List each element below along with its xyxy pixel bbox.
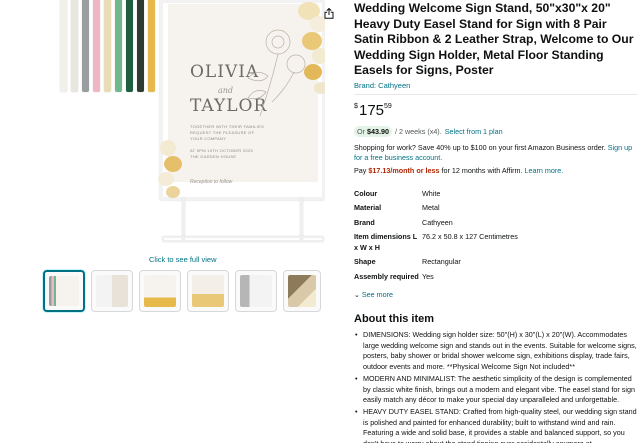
satin-ribbon [137, 0, 144, 92]
garland-flower-icon [304, 64, 322, 80]
select-plan-link[interactable]: Select from 1 plan [445, 127, 503, 136]
plan-amount: $43.90 [366, 126, 389, 136]
thumbnail-4[interactable] [187, 270, 229, 312]
spec-value: White [422, 188, 441, 198]
satin-ribbon [104, 0, 111, 92]
spec-row: Item dimensions L x W x H 76.2 x 50.8 x … [354, 232, 634, 257]
share-icon[interactable] [324, 8, 334, 19]
thumbnail-image [144, 275, 176, 307]
spec-value: 76.2 x 50.8 x 127 Centimetres [422, 232, 518, 242]
spec-value: Rectangular [422, 257, 461, 267]
garland-flower-icon [160, 140, 176, 156]
product-details: Wedding Welcome Sign Stand, 50"x30"x 20"… [354, 0, 637, 443]
stand-base [162, 236, 324, 242]
satin-ribbon [60, 0, 67, 92]
garland-flower-icon [158, 172, 174, 186]
thumbnail-6[interactable] [283, 270, 321, 312]
thumbnail-image [288, 275, 316, 307]
sign-signature: Reception to follow [190, 179, 233, 185]
business-offer: Shopping for work? Save 40% up to $100 o… [354, 143, 637, 164]
satin-ribbon [115, 0, 122, 92]
affirm-suffix: with Affirm. [487, 165, 523, 175]
spec-value: Metal [422, 203, 440, 213]
price-fraction: 59 [384, 102, 392, 110]
garland-flower-icon [166, 186, 180, 198]
thumbnail-1[interactable] [43, 270, 85, 312]
spec-row: Shape Rectangular [354, 257, 634, 272]
satin-ribbon [71, 0, 78, 92]
spec-label: Shape [354, 257, 376, 267]
spec-value: Cathyeen [422, 217, 453, 227]
thumbnail-image [49, 276, 79, 306]
satin-ribbon [148, 0, 155, 92]
list-item: MODERN AND MINIMALIST: The aesthetic sim… [354, 374, 637, 405]
affirm-learn-more-link[interactable]: Learn more. [524, 166, 563, 175]
spec-value: Yes [422, 271, 434, 281]
welcome-sign-board: OLIVIA and TAYLOR TOGETHER WITH THEIR FA… [168, 4, 318, 185]
thumbnail-strip [43, 270, 323, 314]
sign-venue: THE GARDEN HOUSE [190, 154, 237, 159]
garland-flower-icon [314, 82, 325, 94]
about-bullets: DIMENSIONS: Wedding sign holder size: 50… [354, 330, 637, 443]
spec-label: Colour [354, 188, 378, 198]
see-more-link[interactable]: ⌄ See more [354, 290, 637, 299]
see-more-label: See more [361, 290, 394, 300]
main-product-image[interactable]: OLIVIA and TAYLOR TOGETHER WITH THEIR FA… [55, 0, 325, 250]
chevron-down-icon: ⌄ [354, 292, 360, 300]
garland-flower-icon [310, 16, 325, 32]
business-offer-text: Shopping for work? Save 40% up to $100 o… [354, 142, 606, 152]
thumbnail-5[interactable] [235, 270, 277, 312]
see-full-view-link[interactable]: Click to see full view [149, 255, 217, 264]
sign-and: and [218, 86, 234, 95]
spec-label: Brand [354, 217, 375, 227]
spec-label: Item dimensions L x W x H [354, 232, 417, 252]
thumbnail-image [192, 275, 224, 307]
price: $ 175 59 [354, 102, 637, 119]
affirm-middle: for 12 months [441, 165, 486, 175]
about-heading: About this item [354, 313, 435, 326]
satin-ribbon [126, 0, 133, 92]
plan-term: / 2 weeks (x4). [394, 126, 442, 136]
thumbnail-3[interactable] [139, 270, 181, 312]
spec-label: Assembly required [354, 271, 419, 281]
affirm-prefix: Pay [354, 165, 367, 175]
spec-row: Colour White [354, 189, 634, 204]
stand-leg-right [300, 198, 303, 240]
satin-ribbons-image [60, 0, 165, 96]
spec-row: Assembly required Yes [354, 272, 634, 287]
sign-stand-image: OLIVIA and TAYLOR TOGETHER WITH THEIR FA… [158, 0, 325, 245]
image-gallery: OLIVIA and TAYLOR TOGETHER WITH THEIR FA… [0, 0, 345, 443]
garland-flower-icon [164, 156, 182, 172]
spec-row: Material Metal [354, 203, 634, 218]
price-whole: 175 [359, 101, 385, 119]
brand-link[interactable]: Brand: Cathyeen [354, 81, 637, 90]
affirm-amount: $17.13/month or less [368, 165, 440, 175]
divider [354, 93, 637, 95]
specs-table: Colour White Material Metal Brand Cathye… [354, 189, 634, 287]
garland-flower-icon [312, 48, 325, 64]
spec-row: Brand Cathyeen [354, 218, 634, 233]
list-item: DIMENSIONS: Wedding sign holder size: 50… [354, 330, 637, 372]
satin-ribbon [93, 0, 100, 92]
list-item: HEAVY DUTY EASEL STAND: Crafted from hig… [354, 407, 637, 443]
affirm-offer: Pay $17.13/month or less for 12 months w… [354, 166, 637, 176]
stand-leg-left [182, 198, 185, 240]
payment-plan: Or $43.90 / 2 weeks (x4). Select from 1 … [354, 125, 637, 137]
thumbnail-2[interactable] [91, 270, 133, 312]
plan-or: Or [357, 126, 365, 136]
thumbnail-image [96, 275, 128, 307]
price-symbol: $ [354, 102, 358, 110]
thumbnail-image [240, 275, 272, 307]
sign-line-3: YOUR COMPANY [190, 136, 227, 141]
spec-label: Material [354, 203, 382, 213]
satin-ribbon [82, 0, 89, 92]
product-title: Wedding Welcome Sign Stand, 50"x30"x 20"… [354, 1, 634, 78]
plan-pill: Or $43.90 [354, 125, 392, 137]
